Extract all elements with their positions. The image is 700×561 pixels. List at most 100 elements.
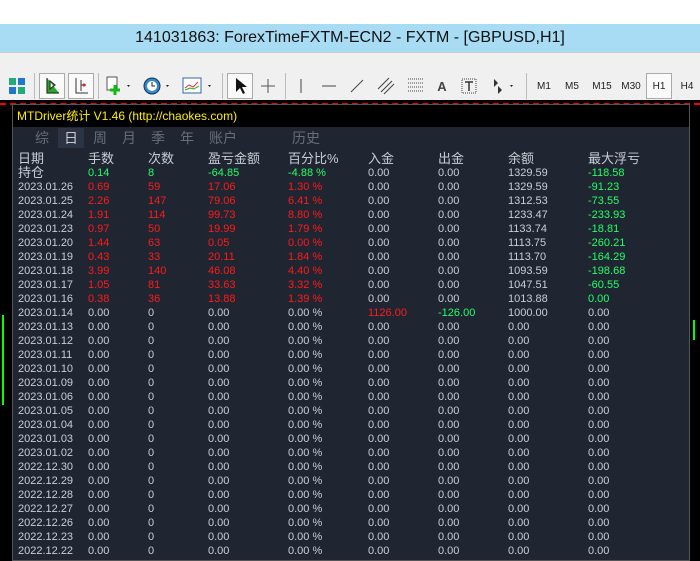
- equidistant-channel-icon[interactable]: [374, 73, 398, 99]
- cell: -73.55: [588, 195, 620, 207]
- tab-3[interactable]: 月: [116, 128, 142, 148]
- tab-2[interactable]: 周: [87, 128, 113, 148]
- trendline-icon[interactable]: [346, 73, 368, 99]
- indicators-icon[interactable]: [180, 73, 216, 99]
- cell: 33.63: [208, 279, 236, 291]
- cell: 0.00: [368, 405, 390, 417]
- cell: 0.00 %: [288, 461, 323, 473]
- cell: 4.40 %: [288, 265, 323, 277]
- fibonacci-icon[interactable]: [404, 73, 428, 99]
- new-order-icon[interactable]: [104, 73, 134, 99]
- cell: 0.00 %: [288, 517, 323, 529]
- tab-1[interactable]: 日: [58, 128, 84, 148]
- cell: 0: [148, 545, 155, 557]
- tab-6[interactable]: 账户: [203, 128, 243, 148]
- cell: 0.00: [438, 251, 460, 263]
- horizontal-line-icon[interactable]: [318, 73, 340, 99]
- table-row: 2023.01.10 0.00 0 0.00 0.00 % 0.00 0.00 0.00 0.0…: [13, 362, 689, 376]
- cell: 50: [148, 223, 161, 235]
- history-clock-icon[interactable]: [140, 73, 174, 99]
- cell: 持仓: [18, 165, 45, 180]
- cell: 1312.53: [508, 195, 548, 207]
- cell: 0.00: [368, 223, 390, 235]
- tab-5[interactable]: 年: [174, 128, 200, 148]
- cell: 2023.01.11: [18, 349, 73, 361]
- cell: 1.05: [88, 279, 110, 291]
- cell: 0.00: [368, 167, 390, 179]
- cell: 0.00: [438, 223, 460, 235]
- tab-0[interactable]: 综: [29, 128, 55, 148]
- cell: 79.06: [208, 195, 236, 207]
- cell: 0.00 %: [288, 363, 323, 375]
- cell: 0.00: [88, 461, 110, 473]
- table-row: 2022.12.28 0.00 0 0.00 0.00 % 0.00 0.00 0.00 0.0…: [13, 488, 689, 502]
- cell: 0.00: [208, 321, 230, 333]
- cell: 0.00 %: [288, 391, 323, 403]
- cell: 20.11: [208, 251, 235, 263]
- cell: 0.00: [438, 167, 460, 179]
- cell: 0.00: [508, 335, 530, 347]
- cell: 0.00: [508, 363, 530, 375]
- cell: 0.00: [438, 447, 460, 459]
- cell: 0.00: [588, 293, 610, 305]
- cell: 0.00: [508, 433, 530, 445]
- timeframe-m1[interactable]: M1: [531, 73, 557, 99]
- cell: 0.00: [208, 447, 230, 459]
- cell: 1113.75: [508, 237, 547, 249]
- cell: 最大浮亏: [588, 151, 641, 166]
- cell: 0: [148, 335, 155, 347]
- vertical-line-icon[interactable]: [290, 73, 312, 99]
- cell: 0.00: [368, 489, 390, 501]
- cell: 0.00: [508, 349, 530, 361]
- cell: 0: [148, 503, 155, 515]
- cell: 0.00: [508, 377, 530, 389]
- timeframe-m15[interactable]: M15: [589, 73, 615, 99]
- cell: 0.00: [438, 195, 460, 207]
- cell: 0.00: [438, 279, 460, 291]
- auto-scroll-icon[interactable]: [39, 73, 65, 99]
- timeframe-m30[interactable]: M30: [618, 73, 644, 99]
- text-tool-icon[interactable]: A: [432, 73, 452, 99]
- text-label-icon[interactable]: [458, 73, 480, 99]
- crosshair-icon[interactable]: [256, 73, 280, 99]
- cell: 0.00 %: [288, 405, 323, 417]
- cell: 1093.59: [508, 265, 548, 277]
- profiles-icon[interactable]: [6, 73, 28, 99]
- timeframe-h4[interactable]: H4: [674, 73, 700, 99]
- timeframe-h1[interactable]: H1: [646, 73, 672, 99]
- cell: 0.00: [88, 419, 110, 431]
- cell: 59: [148, 181, 161, 193]
- chart-shift-icon[interactable]: [68, 73, 94, 99]
- cell: 0.00: [88, 503, 110, 515]
- table-row: 2023.01.16 0.38 36 13.88 1.39 % 0.00 0.00 1013.…: [13, 292, 689, 306]
- arrows-icon[interactable]: [486, 73, 520, 99]
- tab-7[interactable]: 历史: [286, 128, 326, 148]
- cell: 0.00 %: [288, 349, 323, 361]
- cell: 8.80 %: [288, 209, 323, 221]
- cell: 0.00 %: [288, 237, 323, 249]
- cell: 0.00: [588, 335, 610, 347]
- cell: 0.00: [508, 321, 530, 333]
- cell: 147: [148, 195, 167, 207]
- cell: 0.00: [208, 517, 230, 529]
- cell: 81: [148, 279, 161, 291]
- cell: 0: [148, 433, 155, 445]
- timeframe-m5[interactable]: M5: [559, 73, 585, 99]
- tab-bar: 综日周月季年账户 历史: [13, 127, 689, 149]
- cell: -198.68: [588, 265, 626, 277]
- cursor-icon[interactable]: [227, 73, 253, 99]
- stats-panel: MTDriver统计 V1.46 (http://chaokes.com) 综日…: [12, 104, 690, 561]
- cell: 0.00: [368, 391, 390, 403]
- cell: 0.00: [368, 545, 390, 557]
- table-row: 2023.01.19 0.43 33 20.11 1.84 % 0.00 0.00 1113.…: [13, 250, 689, 264]
- tab-4[interactable]: 季: [145, 128, 171, 148]
- cell: 0.00: [438, 475, 460, 487]
- cell: 1233.47: [508, 209, 548, 221]
- cell: 0.00: [508, 489, 530, 501]
- cell: 0.00 %: [288, 489, 323, 501]
- cell: 0.97: [88, 223, 110, 235]
- table-row: 2023.01.11 0.00 0 0.00 0.00 % 0.00 0.00 0.00 0.0…: [13, 348, 689, 362]
- cell: 0.00: [508, 461, 530, 473]
- cell: 0.00: [438, 321, 460, 333]
- cell: 13.88: [208, 293, 236, 305]
